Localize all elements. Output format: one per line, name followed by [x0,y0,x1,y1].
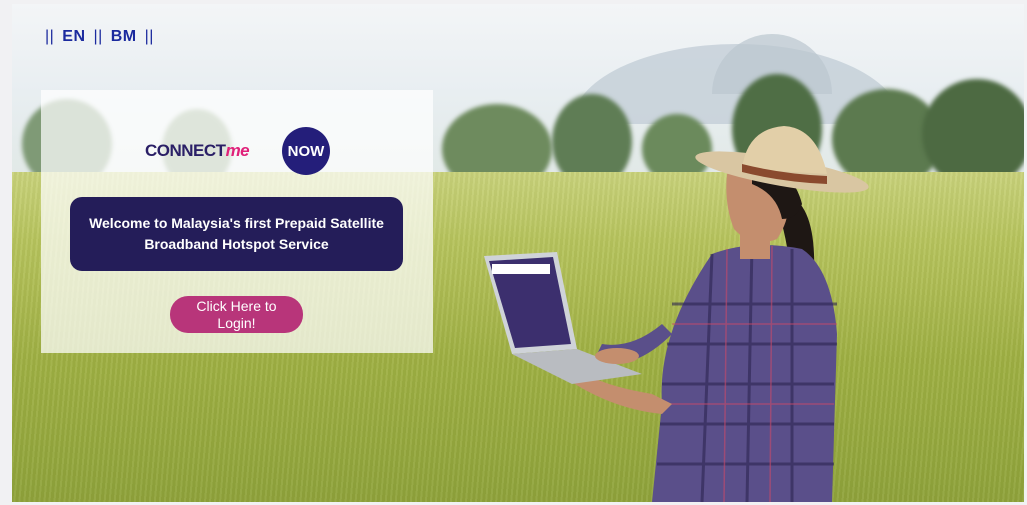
login-button[interactable]: Click Here to Login! [170,296,303,333]
welcome-banner: Welcome to Malaysia's first Prepaid Sate… [70,197,403,271]
language-en-link[interactable]: EN [62,28,85,45]
logo-now-badge: NOW [282,127,330,175]
login-button-line-1: Click Here to [196,297,277,314]
page-frame: || EN || BM || CONNECTme NOW Welcome to … [12,4,1024,502]
language-separator: || [45,28,55,45]
logo-wordmark: CONNECTme [145,141,250,161]
language-selector: || EN || BM || [42,28,157,46]
language-bm-link[interactable]: BM [111,28,137,45]
welcome-line-1: Welcome to Malaysia's first Prepaid Sate… [89,215,384,231]
language-separator: || [93,28,103,45]
welcome-card: CONNECTme NOW Welcome to Malaysia's firs… [41,90,433,353]
language-separator: || [144,28,154,45]
welcome-line-2: Broadband Hotspot Service [144,236,329,252]
logo-me-text: me [225,141,250,160]
connectmenow-logo: CONNECTme NOW [145,127,335,175]
login-button-line-2: Login! [217,314,256,331]
logo-connect-text: CONNECT [145,141,226,160]
logo-now-text: NOW [287,142,325,160]
